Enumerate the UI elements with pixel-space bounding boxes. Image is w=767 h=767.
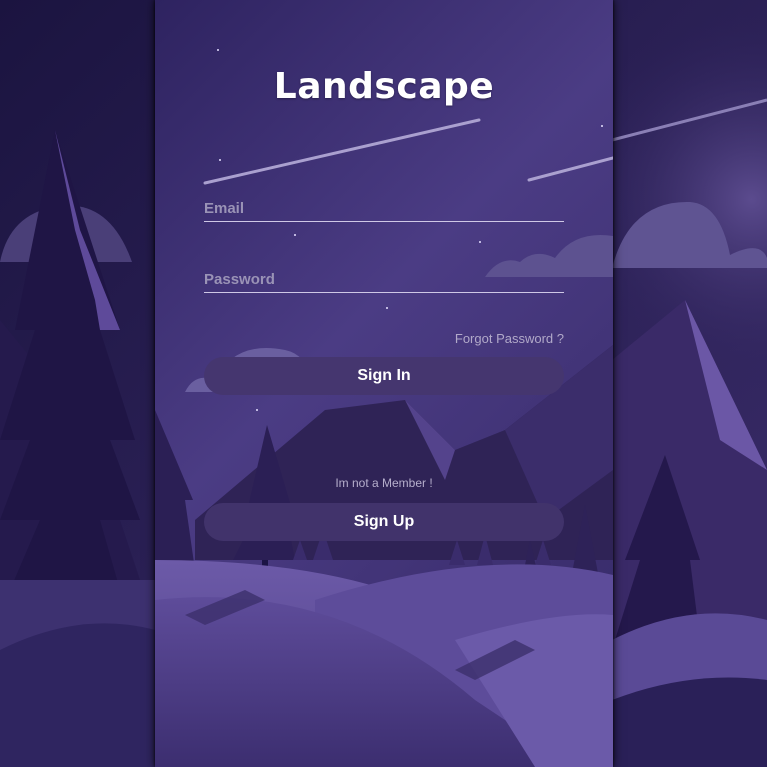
email-input[interactable]: [204, 196, 564, 221]
login-panel: Landscape Forgot Password ? Sign In Im n…: [155, 0, 613, 767]
sign-in-button[interactable]: Sign In: [204, 357, 564, 395]
app-title: Landscape: [273, 66, 495, 107]
email-field[interactable]: [204, 196, 564, 222]
not-member-text: Im not a Member !: [335, 476, 433, 490]
password-input[interactable]: [204, 267, 564, 292]
sign-up-button[interactable]: Sign Up: [204, 503, 564, 541]
password-field[interactable]: [204, 267, 564, 293]
forgot-password-link[interactable]: Forgot Password ?: [455, 331, 564, 346]
